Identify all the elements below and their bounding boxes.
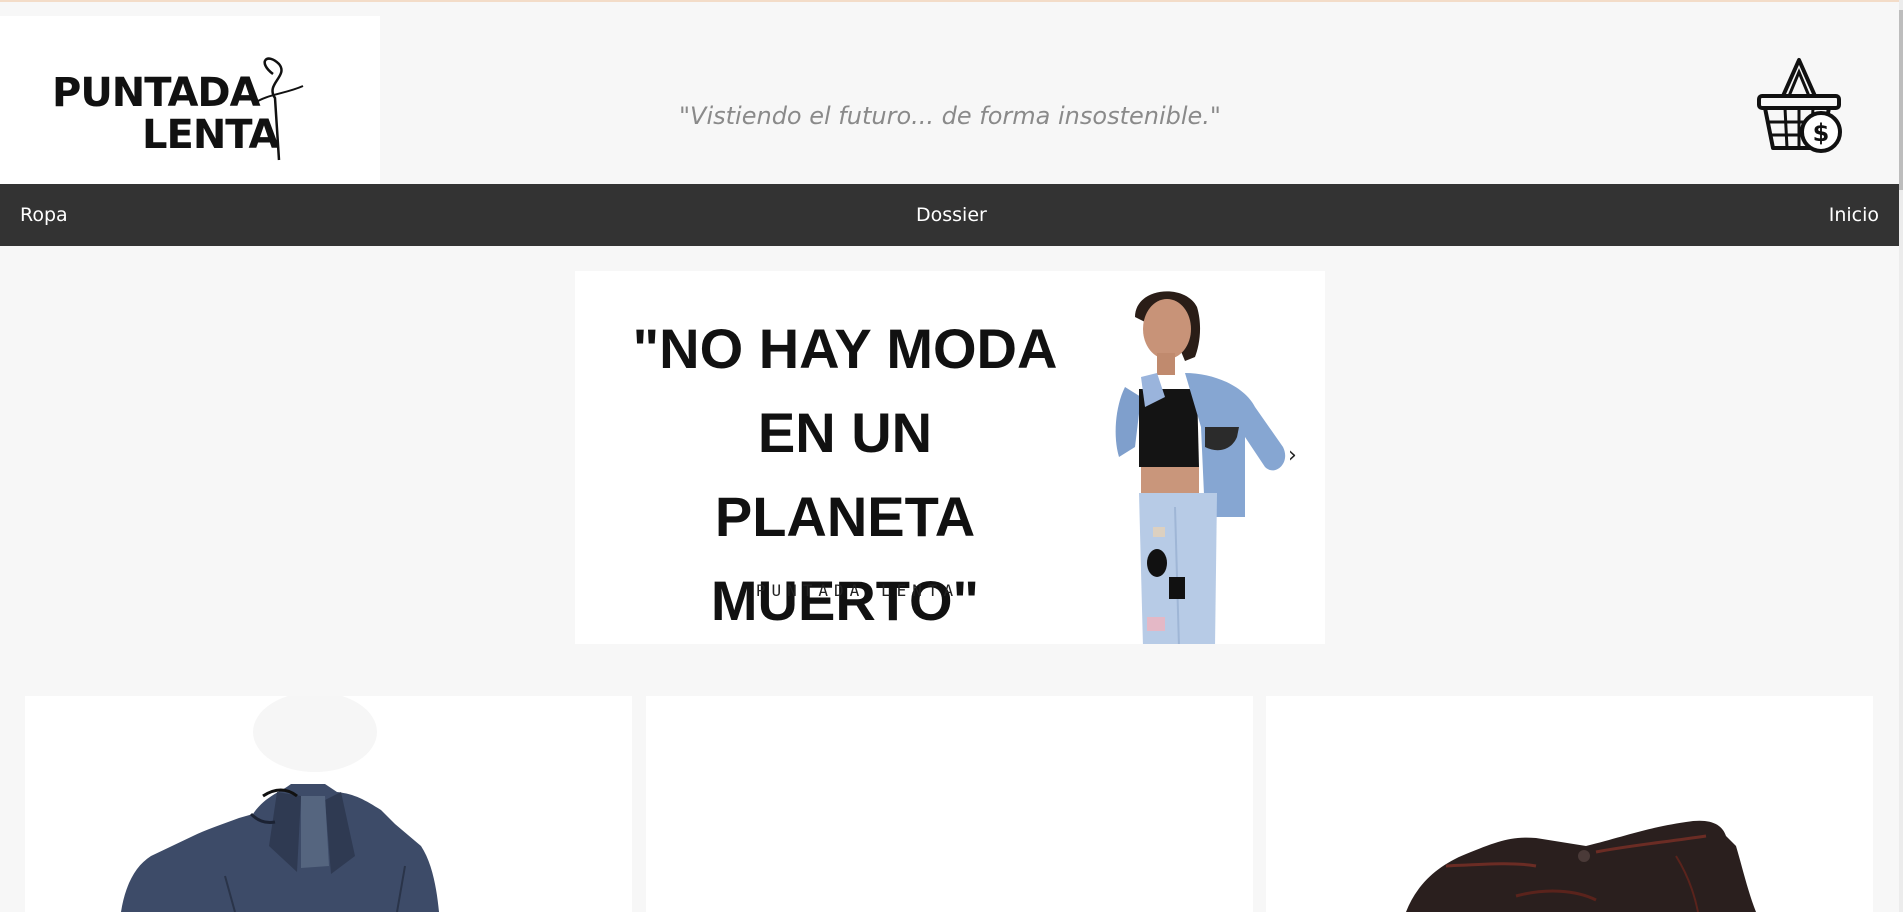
svg-text:$: $ (1813, 119, 1830, 147)
banner-quote-line-1: "NO HAY MODA (632, 317, 1058, 380)
page-scrollbar[interactable] (1899, 0, 1903, 912)
needle-thread-icon (252, 57, 304, 161)
product-card[interactable] (646, 696, 1253, 912)
denim-jacket-image (121, 696, 439, 912)
banner-brand: PUNTADA LENTA (755, 581, 960, 600)
carousel-next-arrow[interactable]: › (1288, 443, 1297, 468)
nav-link-dossier[interactable]: Dossier (916, 204, 987, 226)
banner-quote-line-2: EN UN (757, 401, 933, 464)
site-logo[interactable]: PUNTADA LENTA (0, 16, 380, 184)
blank-product-image (646, 696, 1253, 912)
shopping-basket-dollar-icon[interactable]: $ (1755, 56, 1845, 154)
nav-link-inicio[interactable]: Inicio (1829, 204, 1879, 226)
scrollbar-thumb[interactable] (1899, 10, 1903, 190)
hero-banner-slide: "NO HAY MODA EN UN PLANETA MUERTO" PUNTA… (575, 271, 1325, 644)
site-header: PUNTADA LENTA "Vistiendo el futuro... de… (0, 2, 1900, 184)
banner-quote-line-3: PLANETA MUERTO" (710, 485, 980, 632)
main-navigation: Ropa Dossier Inicio (0, 184, 1899, 246)
dark-jeans-image (1406, 820, 1756, 912)
product-card[interactable] (1266, 696, 1873, 912)
product-card[interactable] (25, 696, 632, 912)
site-slogan: "Vistiendo el futuro... de forma insoste… (679, 102, 1221, 130)
nav-link-ropa[interactable]: Ropa (20, 204, 68, 226)
